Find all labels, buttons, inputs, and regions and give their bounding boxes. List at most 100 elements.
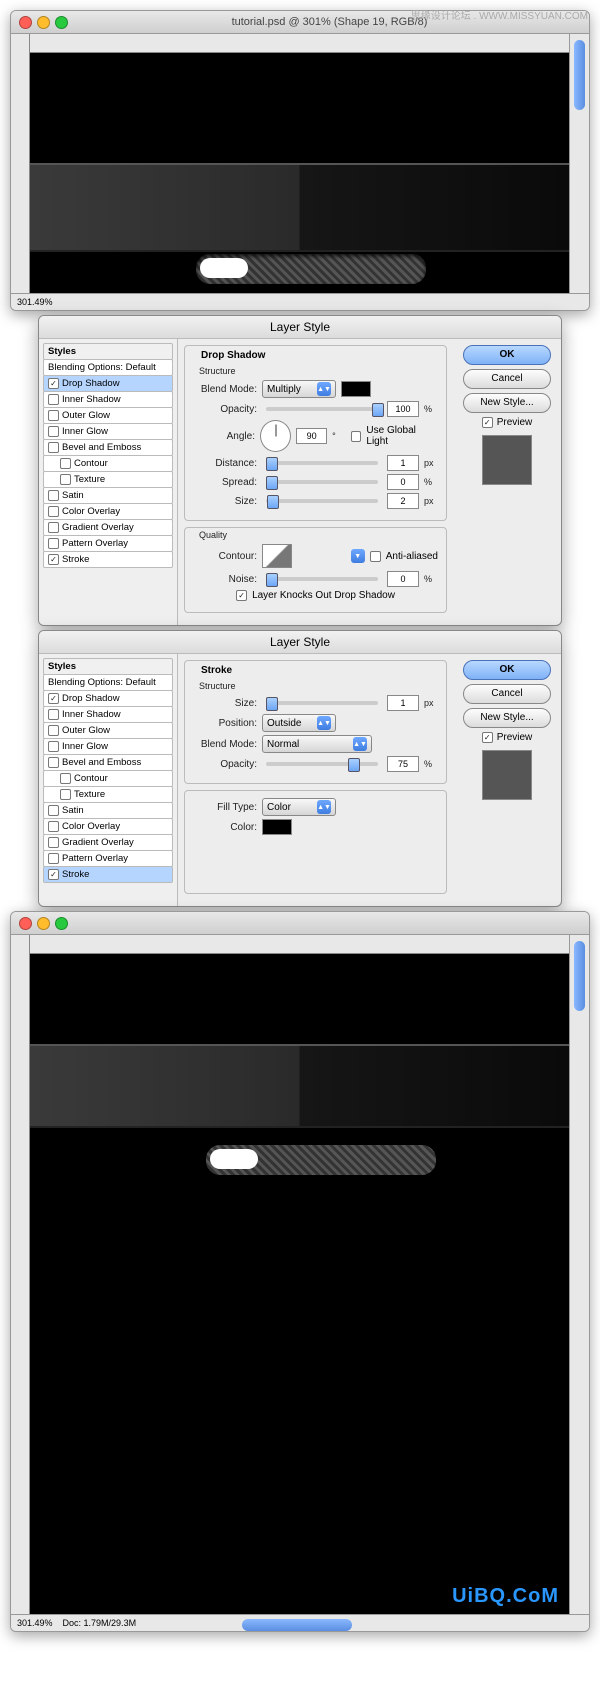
cancel-button[interactable]: Cancel <box>463 684 551 704</box>
checkbox-icon[interactable] <box>48 554 59 565</box>
use-global-light-checkbox[interactable] <box>351 431 362 442</box>
sidebar-pattern-overlay[interactable]: Pattern Overlay <box>43 535 173 552</box>
sidebar-blending-options[interactable]: Blending Options: Default <box>43 359 173 376</box>
checkbox-icon[interactable] <box>48 869 59 880</box>
stroke-color-swatch[interactable] <box>262 819 292 835</box>
angle-dial[interactable] <box>260 420 291 452</box>
distance-slider[interactable] <box>266 461 378 465</box>
blend-mode-select[interactable]: Multiply▲▼ <box>262 380 336 398</box>
sidebar-contour[interactable]: Contour <box>43 455 173 472</box>
sidebar-stroke[interactable]: Stroke <box>43 866 173 883</box>
scrollbar-vertical[interactable] <box>569 34 589 293</box>
canvas[interactable] <box>30 53 569 293</box>
checkbox-icon[interactable] <box>48 378 59 389</box>
sidebar-drop-shadow[interactable]: Drop Shadow <box>43 375 173 392</box>
zoom-icon[interactable] <box>55 917 68 930</box>
slider-knob[interactable] <box>348 758 360 772</box>
sidebar-inner-shadow[interactable]: Inner Shadow <box>43 391 173 408</box>
scrollbar-thumb[interactable] <box>574 941 585 1011</box>
minimize-icon[interactable] <box>37 16 50 29</box>
sidebar-outer-glow[interactable]: Outer Glow <box>43 722 173 739</box>
close-icon[interactable] <box>19 16 32 29</box>
contour-picker[interactable] <box>262 544 292 568</box>
sidebar-texture[interactable]: Texture <box>43 786 173 803</box>
sidebar-inner-glow[interactable]: Inner Glow <box>43 738 173 755</box>
sidebar-gradient-overlay[interactable]: Gradient Overlay <box>43 834 173 851</box>
chevron-down-icon[interactable]: ▼ <box>351 549 365 563</box>
sidebar-texture[interactable]: Texture <box>43 471 173 488</box>
checkbox-icon[interactable] <box>48 821 59 832</box>
slider-knob[interactable] <box>372 403 384 417</box>
opacity-input[interactable]: 75 <box>387 756 419 772</box>
sidebar-styles-header[interactable]: Styles <box>43 343 173 360</box>
checkbox-icon[interactable] <box>60 474 71 485</box>
size-input[interactable]: 1 <box>387 695 419 711</box>
ruler-horizontal[interactable] <box>30 34 569 53</box>
distance-input[interactable]: 1 <box>387 455 419 471</box>
sidebar-pattern-overlay[interactable]: Pattern Overlay <box>43 850 173 867</box>
size-slider[interactable] <box>266 499 378 503</box>
spread-slider[interactable] <box>266 480 378 484</box>
slider-knob[interactable] <box>266 476 278 490</box>
checkbox-icon[interactable] <box>48 725 59 736</box>
sidebar-inner-glow[interactable]: Inner Glow <box>43 423 173 440</box>
opacity-slider[interactable] <box>266 762 378 766</box>
checkbox-icon[interactable] <box>48 837 59 848</box>
checkbox-icon[interactable] <box>60 458 71 469</box>
scrollbar-vertical[interactable] <box>569 935 589 1614</box>
size-input[interactable]: 2 <box>387 493 419 509</box>
sidebar-outer-glow[interactable]: Outer Glow <box>43 407 173 424</box>
zoom-level[interactable]: 301.49% <box>17 1618 53 1628</box>
opacity-slider[interactable] <box>266 407 378 411</box>
spread-input[interactable]: 0 <box>387 474 419 490</box>
sidebar-gradient-overlay[interactable]: Gradient Overlay <box>43 519 173 536</box>
scrollbar-thumb[interactable] <box>574 40 585 110</box>
checkbox-icon[interactable] <box>48 853 59 864</box>
scrollbar-horizontal-thumb[interactable] <box>242 1619 352 1631</box>
fill-type-select[interactable]: Color▲▼ <box>262 798 336 816</box>
minimize-icon[interactable] <box>37 917 50 930</box>
checkbox-icon[interactable] <box>48 757 59 768</box>
sidebar-color-overlay[interactable]: Color Overlay <box>43 503 173 520</box>
size-slider[interactable] <box>266 701 378 705</box>
close-icon[interactable] <box>19 917 32 930</box>
checkbox-icon[interactable] <box>48 538 59 549</box>
blend-mode-select[interactable]: Normal▲▼ <box>262 735 372 753</box>
checkbox-icon[interactable] <box>48 805 59 816</box>
sidebar-bevel-emboss[interactable]: Bevel and Emboss <box>43 439 173 456</box>
sidebar-satin[interactable]: Satin <box>43 802 173 819</box>
sidebar-blending-options[interactable]: Blending Options: Default <box>43 674 173 691</box>
zoom-level[interactable]: 301.49% <box>17 297 53 307</box>
sidebar-stroke[interactable]: Stroke <box>43 551 173 568</box>
noise-slider[interactable] <box>266 577 378 581</box>
checkbox-icon[interactable] <box>48 426 59 437</box>
knockout-checkbox[interactable] <box>236 590 247 601</box>
noise-input[interactable]: 0 <box>387 571 419 587</box>
sidebar-styles-header[interactable]: Styles <box>43 658 173 675</box>
slider-knob[interactable] <box>266 697 278 711</box>
angle-input[interactable]: 90 <box>296 428 327 444</box>
opacity-input[interactable]: 100 <box>387 401 419 417</box>
sidebar-satin[interactable]: Satin <box>43 487 173 504</box>
slider-knob[interactable] <box>267 495 279 509</box>
slider-knob[interactable] <box>266 573 278 587</box>
ok-button[interactable]: OK <box>463 660 551 680</box>
checkbox-icon[interactable] <box>48 394 59 405</box>
checkbox-icon[interactable] <box>48 442 59 453</box>
checkbox-icon[interactable] <box>48 522 59 533</box>
sidebar-color-overlay[interactable]: Color Overlay <box>43 818 173 835</box>
ruler-vertical[interactable] <box>11 34 30 293</box>
checkbox-icon[interactable] <box>48 709 59 720</box>
zoom-icon[interactable] <box>55 16 68 29</box>
checkbox-icon[interactable] <box>48 693 59 704</box>
doc-size[interactable]: Doc: 1.79M/29.3M <box>63 1618 137 1628</box>
canvas[interactable]: UiBQ.CoM <box>30 954 569 1614</box>
sidebar-inner-shadow[interactable]: Inner Shadow <box>43 706 173 723</box>
checkbox-icon[interactable] <box>48 410 59 421</box>
ruler-vertical[interactable] <box>11 935 30 1614</box>
checkbox-icon[interactable] <box>48 741 59 752</box>
sidebar-contour[interactable]: Contour <box>43 770 173 787</box>
ok-button[interactable]: OK <box>463 345 551 365</box>
preview-checkbox[interactable] <box>482 732 493 743</box>
new-style-button[interactable]: New Style... <box>463 708 551 728</box>
